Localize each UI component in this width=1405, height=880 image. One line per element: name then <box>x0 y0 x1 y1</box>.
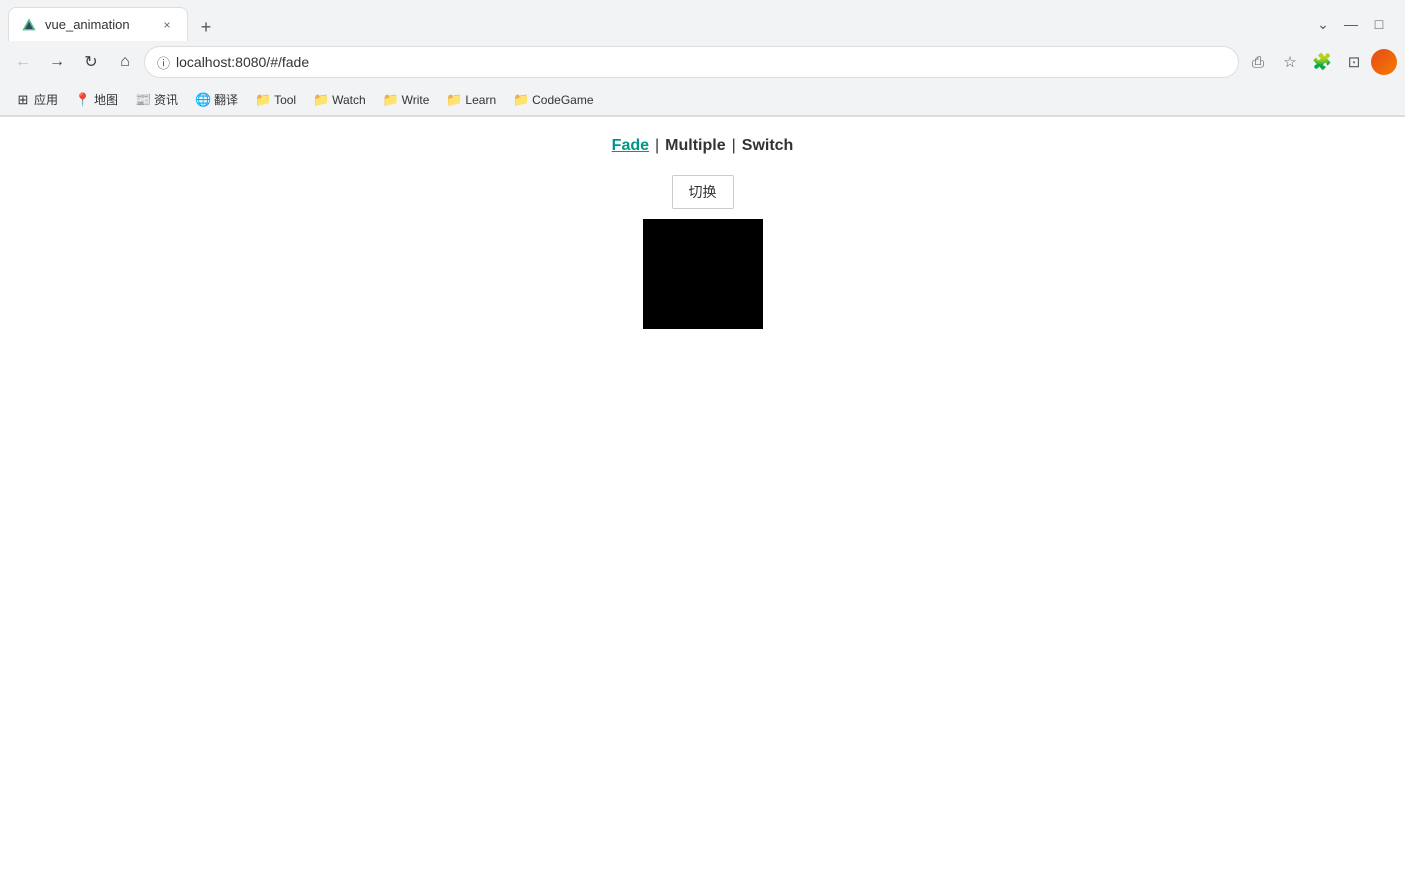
address-bar[interactable]: ⓘ localhost:8080/#/fade <box>144 46 1239 78</box>
bookmark-write[interactable]: 📁 Write <box>376 90 438 110</box>
bookmark-button[interactable]: ☆ <box>1275 47 1305 77</box>
title-bar: vue_animation × + ⌄ — □ <box>0 0 1405 40</box>
page-content: Fade | Multiple | Switch 切换 <box>0 117 1405 880</box>
switch-link[interactable]: Switch <box>742 137 794 155</box>
folder-icon-write: 📁 <box>384 93 398 107</box>
share-button[interactable]: ⎙ <box>1243 47 1273 77</box>
folder-icon-watch: 📁 <box>314 93 328 107</box>
new-tab-button[interactable]: + <box>192 13 220 41</box>
bookmark-tool[interactable]: 📁 Tool <box>248 90 304 110</box>
minimize-button[interactable]: — <box>1341 14 1361 34</box>
back-button[interactable]: ← <box>8 47 38 77</box>
bookmark-codegame[interactable]: 📁 CodeGame <box>506 90 601 110</box>
bookmark-maps[interactable]: 📍 地图 <box>68 88 126 111</box>
tab-close-button[interactable]: × <box>159 17 175 33</box>
chevron-down-icon[interactable]: ⌄ <box>1313 14 1333 34</box>
bookmark-learn[interactable]: 📁 Learn <box>439 90 504 110</box>
folder-icon-codegame: 📁 <box>514 93 528 107</box>
bookmark-tool-label: Tool <box>274 93 296 107</box>
separator-2: | <box>732 137 736 155</box>
maps-icon: 📍 <box>76 93 90 107</box>
animation-box <box>643 219 763 329</box>
reload-button[interactable]: ↻ <box>76 47 106 77</box>
folder-icon-learn: 📁 <box>447 93 461 107</box>
translate-icon: 🌐 <box>196 93 210 107</box>
bookmark-learn-label: Learn <box>465 93 496 107</box>
bookmark-write-label: Write <box>402 93 430 107</box>
page-nav-links: Fade | Multiple | Switch <box>612 137 794 155</box>
url-text: localhost:8080/#/fade <box>176 54 1226 70</box>
apps-grid-icon: ⊞ <box>16 93 30 107</box>
switch-button[interactable]: 切换 <box>672 175 734 209</box>
bookmark-codegame-label: CodeGame <box>532 93 593 107</box>
bookmark-watch-label: Watch <box>332 93 366 107</box>
active-tab[interactable]: vue_animation × <box>8 7 188 41</box>
extensions-button[interactable]: 🧩 <box>1307 47 1337 77</box>
tab-favicon <box>21 17 37 33</box>
multiple-link[interactable]: Multiple <box>665 137 725 155</box>
bookmark-watch[interactable]: 📁 Watch <box>306 90 374 110</box>
bookmarks-bar: ⊞ 应用 📍 地图 📰 资讯 🌐 翻译 📁 Tool 📁 Watch 📁 Wri… <box>0 84 1405 116</box>
news-icon: 📰 <box>136 93 150 107</box>
bookmark-news-label: 资讯 <box>154 91 178 108</box>
window-controls: ⌄ — □ <box>1313 14 1397 34</box>
bookmark-translate[interactable]: 🌐 翻译 <box>188 88 246 111</box>
nav-actions: ⎙ ☆ 🧩 ⊡ <box>1243 47 1397 77</box>
browser-chrome: vue_animation × + ⌄ — □ ← → ↻ ⌂ ⓘ localh… <box>0 0 1405 117</box>
split-view-button[interactable]: ⊡ <box>1339 47 1369 77</box>
maximize-button[interactable]: □ <box>1369 14 1389 34</box>
bookmark-apps[interactable]: ⊞ 应用 <box>8 88 66 111</box>
bookmark-news[interactable]: 📰 资讯 <box>128 88 186 111</box>
fade-link[interactable]: Fade <box>612 137 649 155</box>
profile-avatar[interactable] <box>1371 49 1397 75</box>
bookmark-translate-label: 翻译 <box>214 91 238 108</box>
home-button[interactable]: ⌂ <box>110 47 140 77</box>
bookmark-maps-label: 地图 <box>94 91 118 108</box>
forward-button[interactable]: → <box>42 47 72 77</box>
separator-1: | <box>655 137 659 155</box>
folder-icon-tool: 📁 <box>256 93 270 107</box>
puzzle-icon: 🧩 <box>1312 52 1332 72</box>
nav-bar: ← → ↻ ⌂ ⓘ localhost:8080/#/fade ⎙ ☆ 🧩 <box>0 40 1405 84</box>
tab-bar: vue_animation × + <box>8 7 1313 41</box>
security-icon: ⓘ <box>157 53 170 72</box>
bookmark-apps-label: 应用 <box>34 91 58 108</box>
tab-title: vue_animation <box>45 17 151 32</box>
